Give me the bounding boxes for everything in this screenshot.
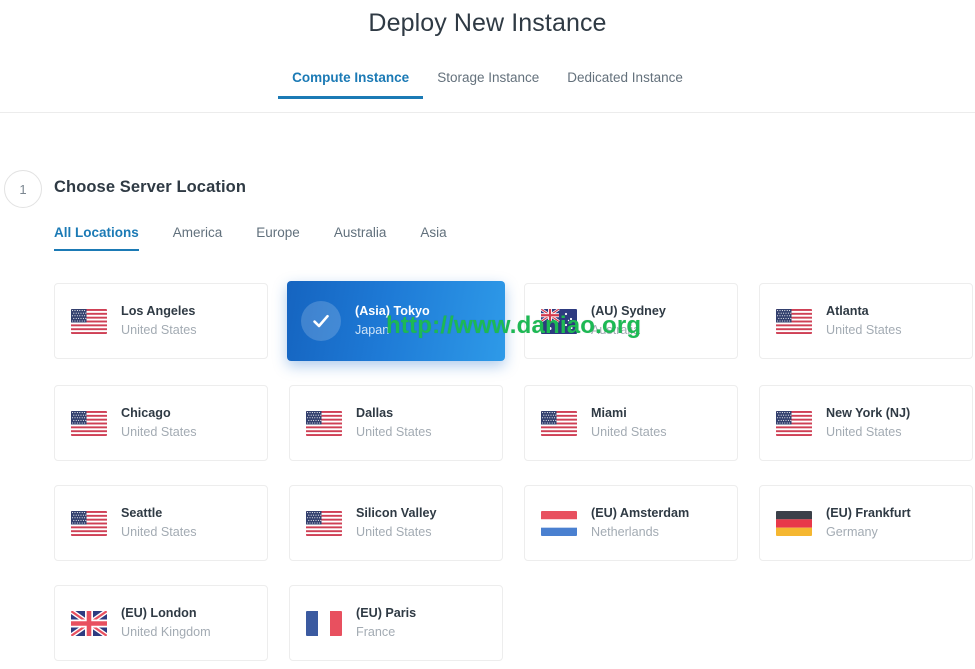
location-card[interactable]: (EU) AmsterdamNetherlands xyxy=(524,485,738,561)
flag-de-icon xyxy=(776,511,812,536)
location-country: United States xyxy=(356,523,437,542)
location-name: New York (NJ) xyxy=(826,404,910,423)
location-text: Los AngelesUnited States xyxy=(121,302,197,340)
location-name: (EU) Frankfurt xyxy=(826,504,911,523)
flag-us-icon xyxy=(306,411,342,436)
location-country: United States xyxy=(121,523,197,542)
location-card[interactable]: Silicon ValleyUnited States xyxy=(289,485,503,561)
location-country: Germany xyxy=(826,523,911,542)
location-card[interactable]: Los AngelesUnited States xyxy=(54,283,268,359)
step-header: 1 Choose Server Location xyxy=(0,170,975,210)
step-title: Choose Server Location xyxy=(54,178,246,197)
location-text: (EU) ParisFrance xyxy=(356,604,416,642)
location-card[interactable]: DallasUnited States xyxy=(289,385,503,461)
location-country: United States xyxy=(121,321,197,340)
region-tab-all-locations[interactable]: All Locations xyxy=(54,223,139,251)
location-name: Chicago xyxy=(121,404,197,423)
tab-compute-instance[interactable]: Compute Instance xyxy=(278,64,423,99)
region-tab-europe[interactable]: Europe xyxy=(256,223,300,251)
flag-au-icon xyxy=(541,309,577,334)
tab-dedicated-instance[interactable]: Dedicated Instance xyxy=(553,64,697,99)
location-text: DallasUnited States xyxy=(356,404,432,442)
location-name: Los Angeles xyxy=(121,302,197,321)
location-text: (EU) FrankfurtGermany xyxy=(826,504,911,542)
location-card[interactable]: MiamiUnited States xyxy=(524,385,738,461)
step-number-badge: 1 xyxy=(4,170,42,208)
instance-type-tabs: Compute InstanceStorage InstanceDedicate… xyxy=(0,64,975,110)
flag-us-icon xyxy=(71,309,107,334)
flag-us-icon xyxy=(776,411,812,436)
location-name: (AU) Sydney xyxy=(591,302,666,321)
location-text: Silicon ValleyUnited States xyxy=(356,504,437,542)
location-country: Australia xyxy=(591,321,666,340)
check-icon xyxy=(301,301,341,341)
location-country: United States xyxy=(121,423,197,442)
tab-storage-instance[interactable]: Storage Instance xyxy=(423,64,553,99)
region-tab-asia[interactable]: Asia xyxy=(420,223,446,251)
location-text: AtlantaUnited States xyxy=(826,302,902,340)
location-country: United Kingdom xyxy=(121,623,211,642)
page-title: Deploy New Instance xyxy=(0,0,975,38)
location-name: Silicon Valley xyxy=(356,504,437,523)
flag-fr-icon xyxy=(306,611,342,636)
location-name: (EU) London xyxy=(121,604,211,623)
region-tab-america[interactable]: America xyxy=(173,223,223,251)
server-location-grid: Los AngelesUnited States(Asia) TokyoJapa… xyxy=(54,283,975,669)
location-card[interactable]: (EU) LondonUnited Kingdom xyxy=(54,585,268,661)
location-text: (EU) LondonUnited Kingdom xyxy=(121,604,211,642)
location-name: Miami xyxy=(591,404,667,423)
tabs-divider xyxy=(0,112,975,113)
flag-us-icon xyxy=(541,411,577,436)
location-text: New York (NJ)United States xyxy=(826,404,910,442)
location-country: United States xyxy=(356,423,432,442)
location-card[interactable]: (EU) ParisFrance xyxy=(289,585,503,661)
flag-nl-icon xyxy=(541,511,577,536)
flag-us-icon xyxy=(71,511,107,536)
region-tab-australia[interactable]: Australia xyxy=(334,223,387,251)
location-text: SeattleUnited States xyxy=(121,504,197,542)
location-card[interactable]: New York (NJ)United States xyxy=(759,385,973,461)
flag-gb-icon xyxy=(71,611,107,636)
location-text: (EU) AmsterdamNetherlands xyxy=(591,504,689,542)
location-card[interactable]: AtlantaUnited States xyxy=(759,283,973,359)
location-text: (Asia) TokyoJapan xyxy=(355,302,430,340)
location-text: (AU) SydneyAustralia xyxy=(591,302,666,340)
location-country: Netherlands xyxy=(591,523,689,542)
location-name: Dallas xyxy=(356,404,432,423)
location-card[interactable]: (EU) FrankfurtGermany xyxy=(759,485,973,561)
location-card[interactable]: SeattleUnited States xyxy=(54,485,268,561)
location-country: United States xyxy=(591,423,667,442)
location-text: ChicagoUnited States xyxy=(121,404,197,442)
region-filter-tabs: All Locations America Europe Australia Asia xyxy=(54,223,481,251)
location-text: MiamiUnited States xyxy=(591,404,667,442)
location-name: (EU) Amsterdam xyxy=(591,504,689,523)
location-country: United States xyxy=(826,321,902,340)
location-card[interactable]: ChicagoUnited States xyxy=(54,385,268,461)
location-name: Atlanta xyxy=(826,302,902,321)
location-card[interactable]: (AU) SydneyAustralia xyxy=(524,283,738,359)
location-country: United States xyxy=(826,423,910,442)
location-name: (EU) Paris xyxy=(356,604,416,623)
location-country: France xyxy=(356,623,416,642)
location-country: Japan xyxy=(355,321,430,340)
location-name: Seattle xyxy=(121,504,197,523)
flag-us-icon xyxy=(776,309,812,334)
location-card[interactable]: (Asia) TokyoJapan xyxy=(287,281,505,361)
location-name: (Asia) Tokyo xyxy=(355,302,430,321)
flag-us-icon xyxy=(306,511,342,536)
flag-us-icon xyxy=(71,411,107,436)
